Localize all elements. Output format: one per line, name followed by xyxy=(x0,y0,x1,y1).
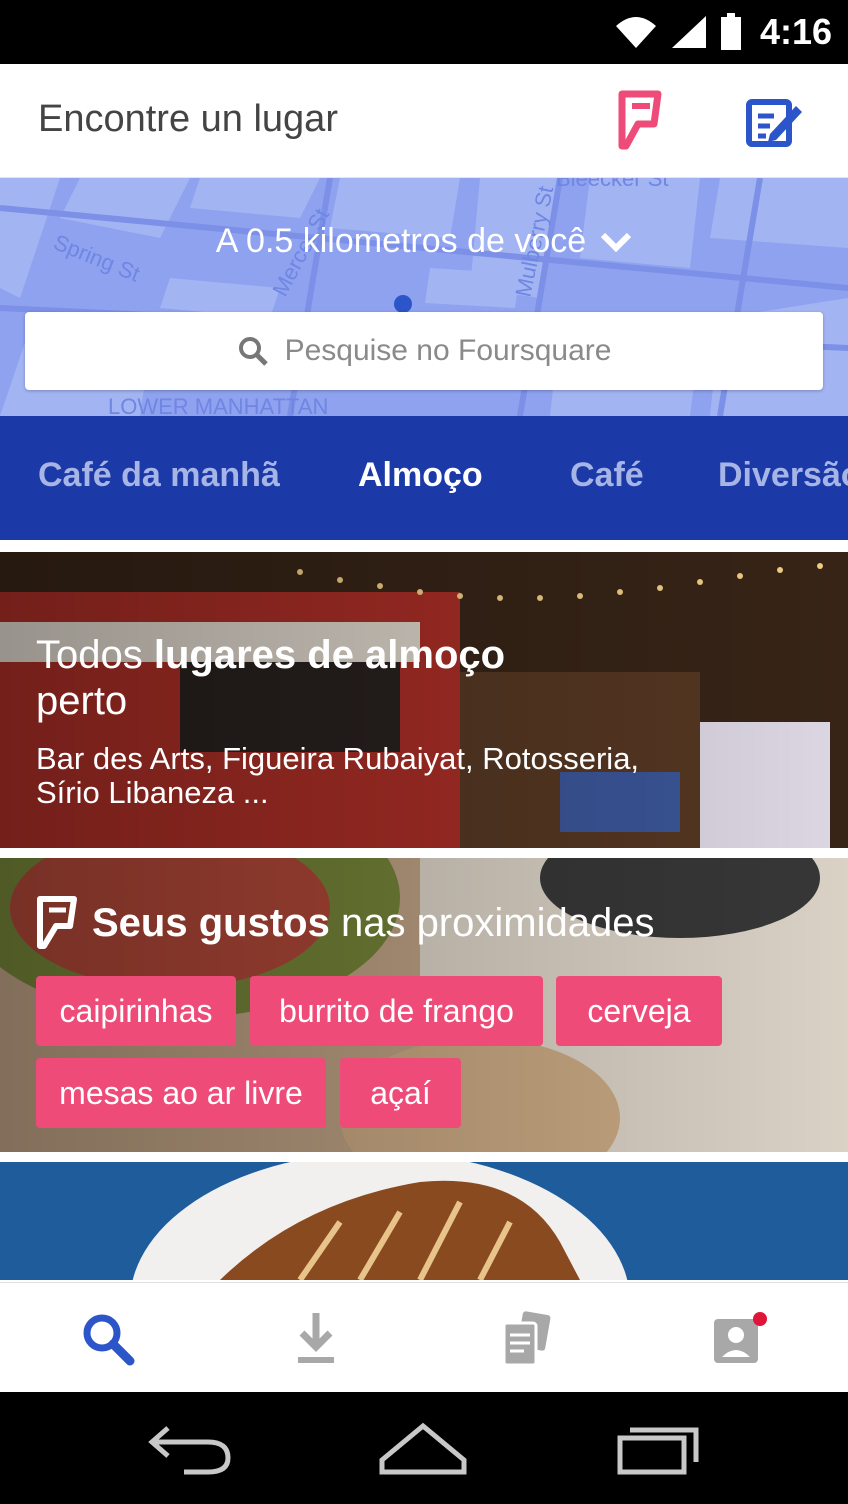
taste-chip[interactable]: caipirinhas xyxy=(36,976,236,1046)
notification-badge xyxy=(753,1312,767,1326)
location-marker xyxy=(394,295,412,313)
food-card[interactable] xyxy=(0,1162,848,1280)
bottom-nav xyxy=(0,1282,848,1392)
category-tabs: Café da manhã Almoço Café Diversão xyxy=(0,416,848,540)
taste-chip[interactable]: açaí xyxy=(340,1058,461,1128)
chevron-down-icon xyxy=(601,232,632,252)
search-input[interactable]: Pesquise no Foursquare xyxy=(25,312,823,390)
distance-text: A 0.5 kilometros de você xyxy=(215,222,587,260)
system-nav-bar xyxy=(0,1392,848,1504)
tastes-card-title: Seus gustos nas proximidades xyxy=(36,896,654,950)
taste-chip[interactable]: cerveja xyxy=(556,976,722,1046)
battery-icon xyxy=(720,13,741,50)
wifi-icon xyxy=(615,17,656,48)
download-icon[interactable] xyxy=(286,1309,346,1369)
back-icon[interactable] xyxy=(144,1420,234,1476)
taste-chip[interactable]: mesas ao ar livre xyxy=(36,1058,326,1128)
street-label: Bleecker St xyxy=(556,178,669,191)
compose-icon[interactable] xyxy=(744,94,804,152)
status-bar: 4:16 xyxy=(0,0,848,64)
search-icon xyxy=(238,337,268,366)
feed-icon[interactable] xyxy=(496,1309,556,1369)
lunch-card-title: Todos lugares de almoço perto xyxy=(36,633,506,723)
app-header: Encontre un lugar xyxy=(0,64,848,178)
search-placeholder: Pesquise no Foursquare xyxy=(284,334,612,367)
page-title: Encontre un lugar xyxy=(38,98,338,140)
street-label: LOWER MANHATTAN xyxy=(108,394,328,416)
distance-selector[interactable]: A 0.5 kilometros de você xyxy=(0,222,848,261)
tab-almoco[interactable]: Almoço xyxy=(358,456,483,495)
profile-icon[interactable] xyxy=(708,1309,768,1369)
map[interactable]: Spring St Mercer St Mulberry St Bleecker… xyxy=(0,178,848,416)
tastes-card: Seus gustos nas proximidades caipirinhas… xyxy=(0,858,848,1152)
lunch-places-card[interactable]: Todos lugares de almoço perto Bar des Ar… xyxy=(0,552,848,848)
tab-cafe[interactable]: Café xyxy=(570,456,644,495)
status-time: 4:16 xyxy=(759,11,832,52)
bread-photo xyxy=(0,1162,848,1280)
status-icons: 4:16 xyxy=(614,10,832,54)
foursquare-logo-icon xyxy=(37,896,77,949)
tab-diversao[interactable]: Diversão xyxy=(718,456,848,495)
foursquare-logo-icon[interactable] xyxy=(616,90,664,152)
search-icon[interactable] xyxy=(78,1309,138,1369)
signal-icon xyxy=(671,16,706,48)
recents-icon[interactable] xyxy=(612,1420,702,1476)
taste-chip[interactable]: burrito de frango xyxy=(250,976,543,1046)
tab-cafe-da-manha[interactable]: Café da manhã xyxy=(38,456,280,495)
lunch-card-subtitle: Bar des Arts, Figueira Rubaiyat, Rotosse… xyxy=(36,741,640,810)
home-icon[interactable] xyxy=(378,1420,468,1476)
